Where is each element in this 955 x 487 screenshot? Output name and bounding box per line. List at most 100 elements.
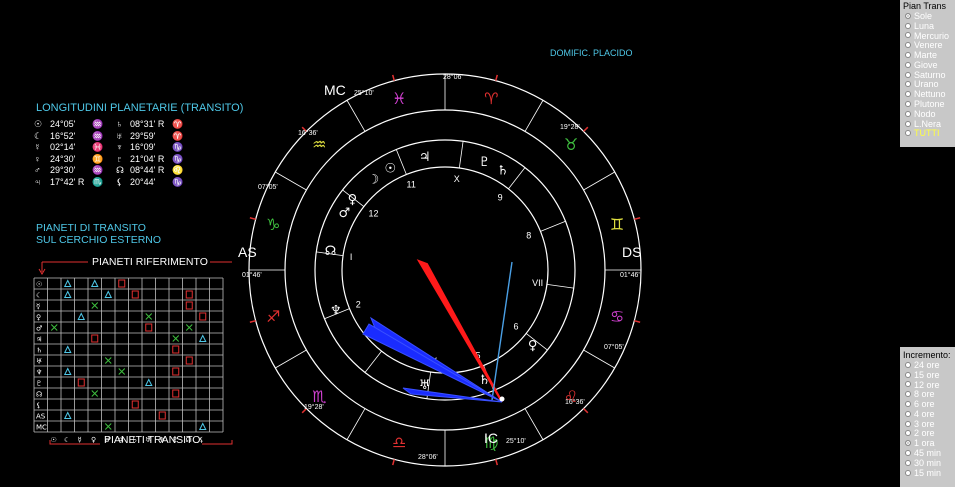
radio-button[interactable] (905, 361, 911, 368)
radio-option[interactable]: 6 ore (900, 399, 955, 409)
aspect-marker (50, 324, 58, 331)
zodiac-glyph: ♎ (392, 433, 406, 452)
zodiac-circle (284, 109, 606, 431)
radio-label: L.Nera (914, 118, 942, 129)
radio-option[interactable]: Nettuno (900, 89, 955, 99)
radio-button[interactable] (905, 381, 911, 388)
radio-option[interactable]: Sole (900, 11, 955, 21)
radio-button[interactable] (905, 22, 911, 29)
radio-option[interactable]: Luna (900, 21, 955, 31)
radio-option[interactable]: 1 ora (900, 438, 955, 448)
radio-option[interactable]: 30 min (900, 458, 955, 468)
as-label: AS (238, 244, 257, 260)
radio-button[interactable] (905, 469, 911, 476)
radio-button[interactable] (905, 450, 911, 457)
aspect-marker (172, 345, 180, 354)
radio-button[interactable] (905, 401, 911, 408)
radio-button[interactable] (905, 71, 911, 78)
radio-button[interactable] (905, 440, 911, 447)
house-number: 6 (513, 322, 518, 332)
zodiac-glyph: ♓ (392, 89, 406, 108)
aspect-marker (63, 411, 72, 419)
zodiac-glyph: ♑ (266, 215, 280, 234)
radio-option[interactable]: Marte (900, 50, 955, 60)
grid-row-label: ♀ (36, 314, 41, 322)
grid-col-label: ♅ (145, 436, 151, 444)
radio-button[interactable] (905, 52, 911, 59)
grid-row-label: ☊ (36, 391, 42, 399)
grid-col-label: ☊ (186, 436, 192, 444)
radio-option[interactable]: Mercurio (900, 31, 955, 41)
zodiac-glyph: ♋ (610, 307, 624, 326)
radio-button[interactable] (905, 371, 911, 378)
aspect-marker (185, 324, 193, 331)
house-number: 8 (526, 231, 531, 241)
radio-button[interactable] (905, 130, 911, 137)
aspect-marker (145, 313, 153, 320)
radio-option[interactable]: Urano (900, 79, 955, 89)
grid-col-label: ♄ (132, 436, 138, 444)
planet-glyph: ♆ (330, 304, 342, 319)
radio-option[interactable]: Saturno (900, 70, 955, 80)
radio-button[interactable] (905, 81, 911, 88)
radio-option[interactable]: Plutone (900, 99, 955, 109)
radio-label: 6 ore (914, 399, 935, 410)
aspect-marker (172, 389, 180, 398)
left-upper-degree: 07°05' (258, 184, 278, 191)
radio-option[interactable]: 45 min (900, 448, 955, 458)
radio-label: TUTTI (914, 128, 940, 139)
radio-button[interactable] (905, 61, 911, 68)
planet-glyph: ☽ (368, 173, 380, 188)
grid-row-label: ♂ (36, 325, 42, 333)
house-number: VII (532, 278, 543, 288)
radio-option[interactable]: Nodo (900, 109, 955, 119)
planet-glyph: ♇ (479, 155, 491, 170)
radio-label: 15 ore (914, 369, 940, 380)
radio-button[interactable] (905, 32, 911, 39)
radio-button[interactable] (905, 101, 911, 108)
radio-button[interactable] (905, 42, 911, 49)
radio-button[interactable] (905, 459, 911, 466)
radio-option[interactable]: L.Nera (900, 119, 955, 129)
grid-col-label: ☾ (64, 436, 70, 444)
radio-label: Saturno (914, 69, 946, 80)
radio-option[interactable]: 4 ore (900, 409, 955, 419)
radio-label: Marte (914, 50, 938, 61)
radio-option[interactable]: 2 ore (900, 428, 955, 438)
radio-button[interactable] (905, 120, 911, 127)
radio-option[interactable]: TUTTI (900, 128, 955, 139)
grid-col-label: ♀ (91, 436, 96, 444)
radio-button[interactable] (905, 110, 911, 117)
radio-button[interactable] (905, 12, 911, 19)
radio-label: Mercurio (914, 30, 950, 41)
house-number: X (454, 174, 460, 184)
radio-option[interactable]: Venere (900, 40, 955, 50)
grid-row-label: ⚸ (36, 402, 41, 410)
zodiac-glyph: ♈ (484, 89, 498, 108)
radio-option[interactable]: 12 ore (900, 380, 955, 390)
aspect-marker (104, 357, 112, 364)
radio-option[interactable]: 24 ore (900, 360, 955, 370)
zodiac-glyph: ♒ (312, 135, 326, 154)
aspect-marker (90, 279, 99, 287)
aspect-marker (144, 378, 153, 386)
chart-wheel[interactable]: ♋♌♍♎♏♐♑♒♓♈♉♊ I23IV56VII89X1112 ☉☽♃♀♂♄♇♆♅… (230, 60, 650, 480)
radio-button[interactable] (905, 430, 911, 437)
aspect-marker (199, 312, 207, 321)
radio-button[interactable] (905, 420, 911, 427)
radio-option[interactable]: 15 ore (900, 370, 955, 380)
radio-button[interactable] (905, 91, 911, 98)
radio-option[interactable]: 15 min (900, 468, 955, 478)
bottom-degree: 28°06' (418, 454, 438, 461)
aspect-marker (118, 368, 126, 375)
radio-button[interactable] (905, 410, 911, 417)
house-number: 11 (407, 180, 416, 190)
aspect-marker (91, 302, 99, 309)
radio-option[interactable]: 8 ore (900, 389, 955, 399)
house-inner-circle (341, 166, 549, 374)
aspect-marker (104, 290, 113, 298)
radio-button[interactable] (905, 391, 911, 398)
radio-option[interactable]: Giove (900, 60, 955, 70)
aspect-marker (63, 290, 72, 298)
radio-option[interactable]: 3 ore (900, 419, 955, 429)
